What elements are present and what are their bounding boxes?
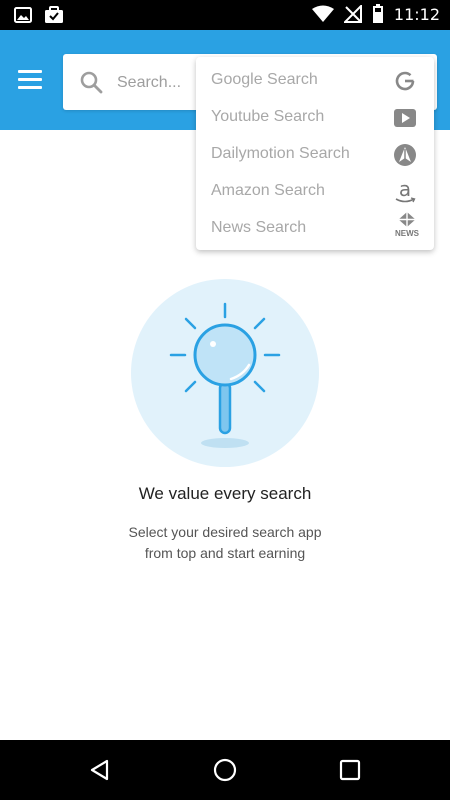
recents-icon[interactable] [338, 758, 362, 782]
hamburger-menu-icon[interactable] [18, 70, 46, 92]
wifi-icon [311, 5, 334, 22]
image-icon [14, 7, 32, 23]
dropdown-item-amazon[interactable]: Amazon Search a [196, 173, 434, 209]
google-icon [392, 68, 418, 94]
news-icon-caption: NEWS [395, 229, 419, 238]
back-icon[interactable] [88, 758, 112, 782]
magnifier-idea-icon [169, 302, 281, 448]
no-signal-icon [343, 5, 362, 23]
system-nav-bar [0, 740, 450, 800]
dropdown-item-label: Youtube Search [211, 108, 325, 125]
search-icon [80, 71, 103, 94]
dropdown-item-google[interactable]: Google Search [196, 62, 434, 98]
empty-state-illustration [131, 279, 319, 467]
dropdown-item-label: Google Search [211, 71, 318, 88]
home-icon[interactable] [213, 758, 237, 782]
svg-text:a: a [399, 179, 411, 201]
dropdown-item-label: Dailymotion Search [211, 145, 350, 162]
empty-state-headline: We value every search [138, 484, 312, 503]
status-bar: 11:12 [0, 0, 450, 30]
dropdown-item-label: Amazon Search [211, 182, 325, 199]
subtext-line-2: from top and start earning [144, 545, 306, 561]
news-icon: NEWS [391, 212, 423, 238]
youtube-icon [392, 105, 418, 131]
battery-icon [372, 4, 383, 23]
briefcase-check-icon [45, 6, 63, 23]
amazon-icon: a [392, 179, 418, 205]
subtext-line-1: Select your desired search app [128, 524, 322, 540]
status-right-icons: 11:12 [311, 4, 440, 24]
dropdown-item-youtube[interactable]: Youtube Search [196, 99, 434, 135]
status-time: 11:12 [393, 4, 440, 24]
empty-state-subtext: Select your desired search app from top … [0, 522, 450, 564]
status-left-icons [14, 6, 64, 24]
dailymotion-icon [392, 142, 418, 168]
dropdown-item-label: News Search [211, 219, 307, 236]
dropdown-item-dailymotion[interactable]: Dailymotion Search [196, 136, 434, 172]
search-type-dropdown: Google Search Youtube Search Dailymotion… [196, 57, 434, 250]
dropdown-item-news[interactable]: News Search NEWS [196, 210, 434, 246]
